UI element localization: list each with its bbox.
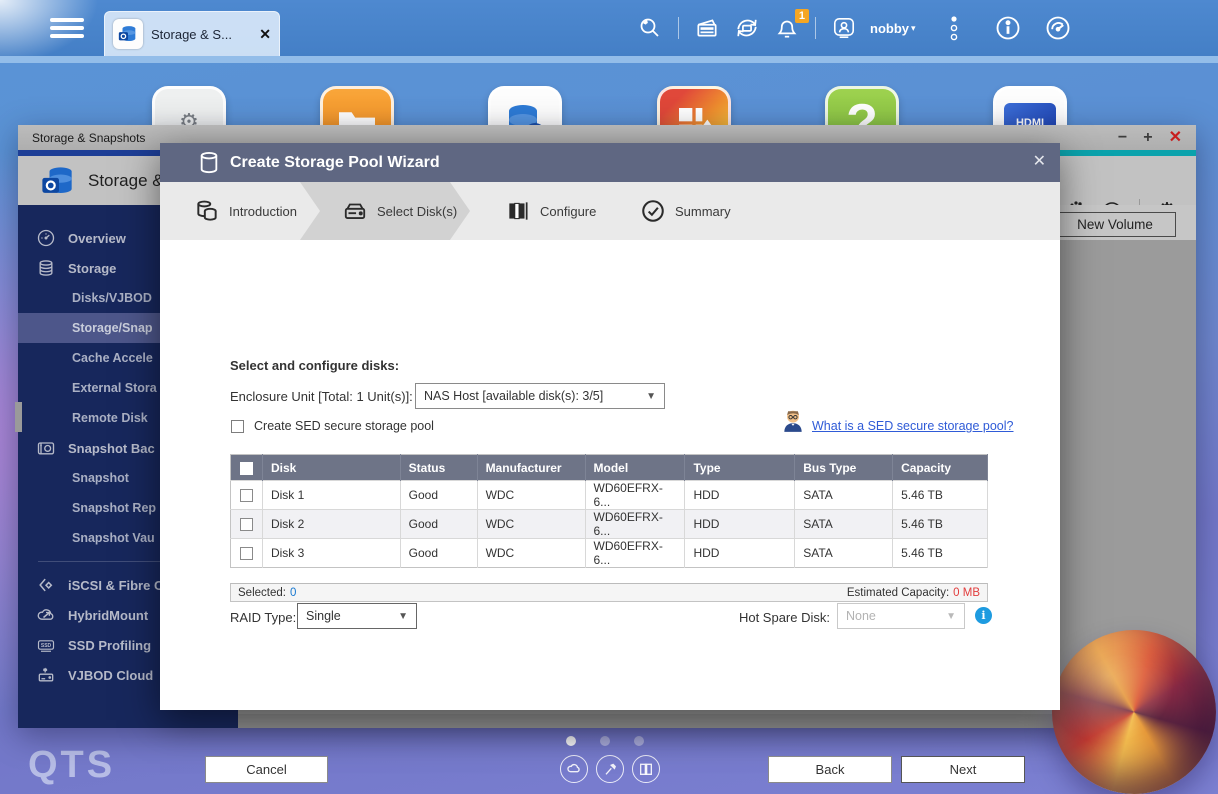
step-configure: Configure xyxy=(505,182,596,240)
hot-spare-info-icon[interactable]: i xyxy=(975,607,992,624)
table-footer: Selected: 0 Estimated Capacity: 0 MB xyxy=(230,583,988,602)
new-volume-button[interactable]: New Volume xyxy=(1054,212,1176,237)
window-maximize-button[interactable]: + xyxy=(1143,130,1152,146)
dropdown-caret-icon: ▼ xyxy=(646,391,656,402)
row-checkbox[interactable] xyxy=(240,518,253,531)
section-label: Select and configure disks: xyxy=(230,358,399,373)
desktop-page-dots xyxy=(566,736,644,746)
dialog-title: Create Storage Pool Wizard xyxy=(230,154,440,172)
utilities-hammer-icon[interactable] xyxy=(596,755,624,783)
selected-label: Selected: xyxy=(238,587,286,599)
disk-table: Disk Status Manufacturer Model Type Bus … xyxy=(230,454,988,568)
row-checkbox[interactable] xyxy=(240,489,253,502)
search-icon[interactable] xyxy=(630,8,670,48)
next-button[interactable]: Next xyxy=(901,756,1025,783)
wizard-body: Select and configure disks: Enclosure Un… xyxy=(160,240,1060,710)
storage-tab-icon xyxy=(113,19,143,49)
introduction-icon xyxy=(194,198,220,224)
myqnapcloud-icon[interactable] xyxy=(560,755,588,783)
selected-item-edge-marker xyxy=(15,402,22,432)
configure-icon xyxy=(505,198,531,224)
dropdown-caret-icon: ▼ xyxy=(946,611,956,622)
pool-cylinder-icon xyxy=(198,151,220,175)
gauge-icon xyxy=(36,228,56,248)
step-introduction: Introduction xyxy=(194,182,297,240)
table-row[interactable]: Disk 2GoodWDCWD60EFRX-6...HDDSATA5.46 TB xyxy=(231,510,988,539)
step-select-disks-active: Select Disk(s) xyxy=(300,182,470,240)
row-checkbox[interactable] xyxy=(240,547,253,560)
camera-icon xyxy=(36,438,56,458)
estimated-capacity-value: 0 MB xyxy=(953,587,980,599)
more-options-kebab-icon[interactable] xyxy=(934,8,974,48)
info-icon[interactable] xyxy=(988,8,1028,48)
dropdown-caret-icon: ▼ xyxy=(398,611,408,622)
back-button[interactable]: Back xyxy=(768,756,892,783)
hot-spare-label: Hot Spare Disk: xyxy=(720,610,830,625)
table-row[interactable]: Disk 1GoodWDCWD60EFRX-6...HDDSATA5.46 TB xyxy=(231,481,988,510)
table-row[interactable]: Disk 3GoodWDCWD60EFRX-6...HDDSATA5.46 TB xyxy=(231,539,988,568)
window-title: Storage & Snapshots xyxy=(32,131,145,145)
cloud-icon xyxy=(36,605,56,625)
svg-text:SSD: SSD xyxy=(41,643,52,649)
step-summary: Summary xyxy=(640,182,731,240)
storage-stack-icon xyxy=(36,258,56,278)
summary-check-icon xyxy=(640,198,666,224)
page-dot-3[interactable] xyxy=(634,736,644,746)
selected-count: 0 xyxy=(290,587,296,599)
tab-close-icon[interactable]: ✕ xyxy=(259,26,271,43)
documentation-book-icon[interactable] xyxy=(632,755,660,783)
external-device-sync-icon[interactable] xyxy=(727,8,767,48)
user-avatar-icon[interactable] xyxy=(824,8,864,48)
storage-app-icon xyxy=(40,162,78,200)
desktop: ⚙ ? HDMI Storage & S... ✕ xyxy=(0,0,1218,794)
background-tasks-icon[interactable] xyxy=(687,8,727,48)
enclosure-select[interactable]: NAS Host [available disk(s): 3/5] ▼ xyxy=(415,383,665,409)
user-menu-caret-icon[interactable]: ▾ xyxy=(911,23,916,34)
select-all-checkbox[interactable] xyxy=(240,462,253,475)
window-close-button[interactable]: ✕ xyxy=(1169,130,1182,146)
topbar-divider xyxy=(815,17,816,39)
tab-storage-snapshots[interactable]: Storage & S... ✕ xyxy=(104,11,280,56)
dashboard-gauge-icon[interactable] xyxy=(1038,8,1078,48)
cancel-button[interactable]: Cancel xyxy=(205,756,328,783)
desktop-footer-icons xyxy=(560,755,660,783)
vjbod-cloud-icon xyxy=(36,665,56,685)
select-disks-icon xyxy=(342,198,368,224)
notifications-bell-icon[interactable]: 1 xyxy=(767,8,807,48)
main-menu-button[interactable] xyxy=(50,18,84,40)
user-name[interactable]: nobby xyxy=(870,21,909,36)
wizard-steps: Introduction Select Disk(s) Configure Su… xyxy=(160,182,1060,240)
enclosure-label: Enclosure Unit [Total: 1 Unit(s)]: xyxy=(230,389,413,404)
hot-spare-select: None ▼ xyxy=(837,603,965,629)
iscsi-icon xyxy=(36,575,56,595)
raid-type-select[interactable]: Single ▼ xyxy=(297,603,417,629)
topbar-icons: 1 nobby ▾ xyxy=(630,0,1078,56)
dialog-header: Create Storage Pool Wizard ✕ xyxy=(160,143,1060,182)
sed-checkbox[interactable] xyxy=(231,420,244,433)
tab-label: Storage & S... xyxy=(151,27,251,42)
qts-spiral-logo xyxy=(1052,630,1216,794)
dialog-close-icon[interactable]: ✕ xyxy=(1033,151,1046,171)
raid-type-label: RAID Type: xyxy=(230,610,296,625)
create-storage-pool-wizard-dialog: Create Storage Pool Wizard ✕ Introductio… xyxy=(160,143,1060,710)
professor-icon xyxy=(780,408,806,434)
estimated-capacity-label: Estimated Capacity: xyxy=(847,587,949,599)
sed-checkbox-label: Create SED secure storage pool xyxy=(254,419,434,433)
topbar-divider xyxy=(678,17,679,39)
ssd-icon: SSD xyxy=(36,635,56,655)
page-dot-1[interactable] xyxy=(566,736,576,746)
window-minimize-button[interactable]: − xyxy=(1118,130,1127,146)
page-dot-2[interactable] xyxy=(600,736,610,746)
notification-badge: 1 xyxy=(795,9,809,23)
qts-logo: QTS xyxy=(28,744,115,787)
table-header-row: Disk Status Manufacturer Model Type Bus … xyxy=(231,455,988,481)
sed-info-link[interactable]: What is a SED secure storage pool? xyxy=(812,419,1014,433)
top-bar-strip xyxy=(0,56,1218,63)
